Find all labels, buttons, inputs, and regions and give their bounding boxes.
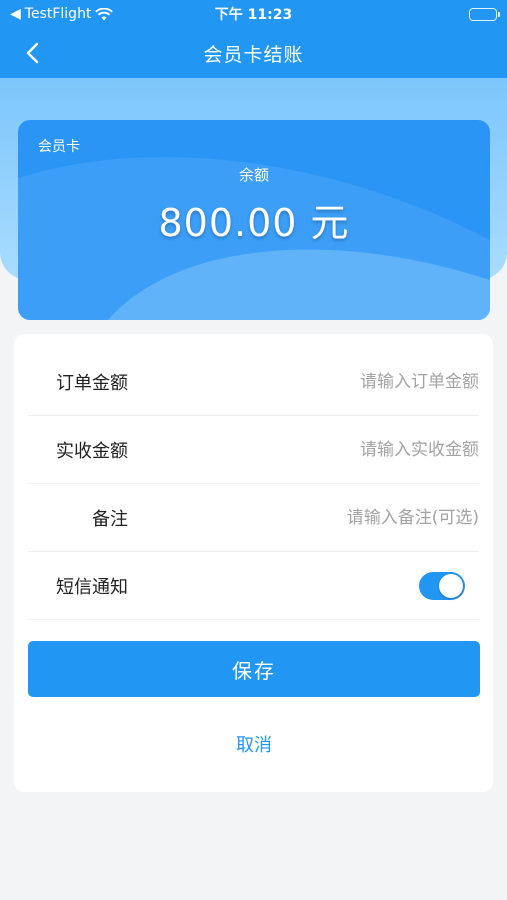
received-amount-row: 实收金额 [28, 416, 479, 484]
received-amount-label: 实收金额 [56, 440, 128, 462]
back-to-app-icon[interactable]: ◀ [10, 6, 21, 22]
status-bar: ◀ TestFlight 下午 11:23 [0, 0, 507, 28]
page-title: 会员卡结账 [203, 43, 304, 66]
member-card: 会员卡 余额 800.00 元 [18, 120, 490, 320]
sms-notify-row: 短信通知 [28, 552, 479, 620]
navigation-bar: 会员卡结账 [0, 28, 507, 78]
sms-notify-toggle[interactable] [419, 571, 465, 600]
save-button[interactable]: 保存 [28, 641, 480, 697]
order-amount-label: 订单金额 [56, 372, 128, 394]
checkout-form: 订单金额 实收金额 备注 短信通知 保存 取消 [14, 334, 493, 792]
back-button[interactable] [12, 28, 52, 78]
order-amount-row: 订单金额 [28, 348, 479, 416]
card-type-label: 会员卡 [38, 139, 80, 155]
status-left: ◀ TestFlight [10, 6, 114, 22]
carrier-label: TestFlight [24, 6, 92, 22]
remark-row: 备注 [28, 484, 479, 552]
chevron-left-icon [26, 42, 39, 64]
remark-label: 备注 [92, 508, 128, 530]
balance-label: 余额 [238, 166, 269, 184]
balance-amount: 800.00 元 [158, 201, 350, 245]
toggle-knob [439, 573, 463, 598]
wifi-icon [95, 7, 114, 20]
order-amount-input[interactable] [128, 361, 479, 402]
received-amount-input[interactable] [128, 429, 479, 470]
cancel-button[interactable]: 取消 [194, 724, 314, 764]
battery-icon [469, 7, 500, 21]
sms-notify-label: 短信通知 [56, 576, 128, 598]
remark-input[interactable] [128, 497, 479, 538]
